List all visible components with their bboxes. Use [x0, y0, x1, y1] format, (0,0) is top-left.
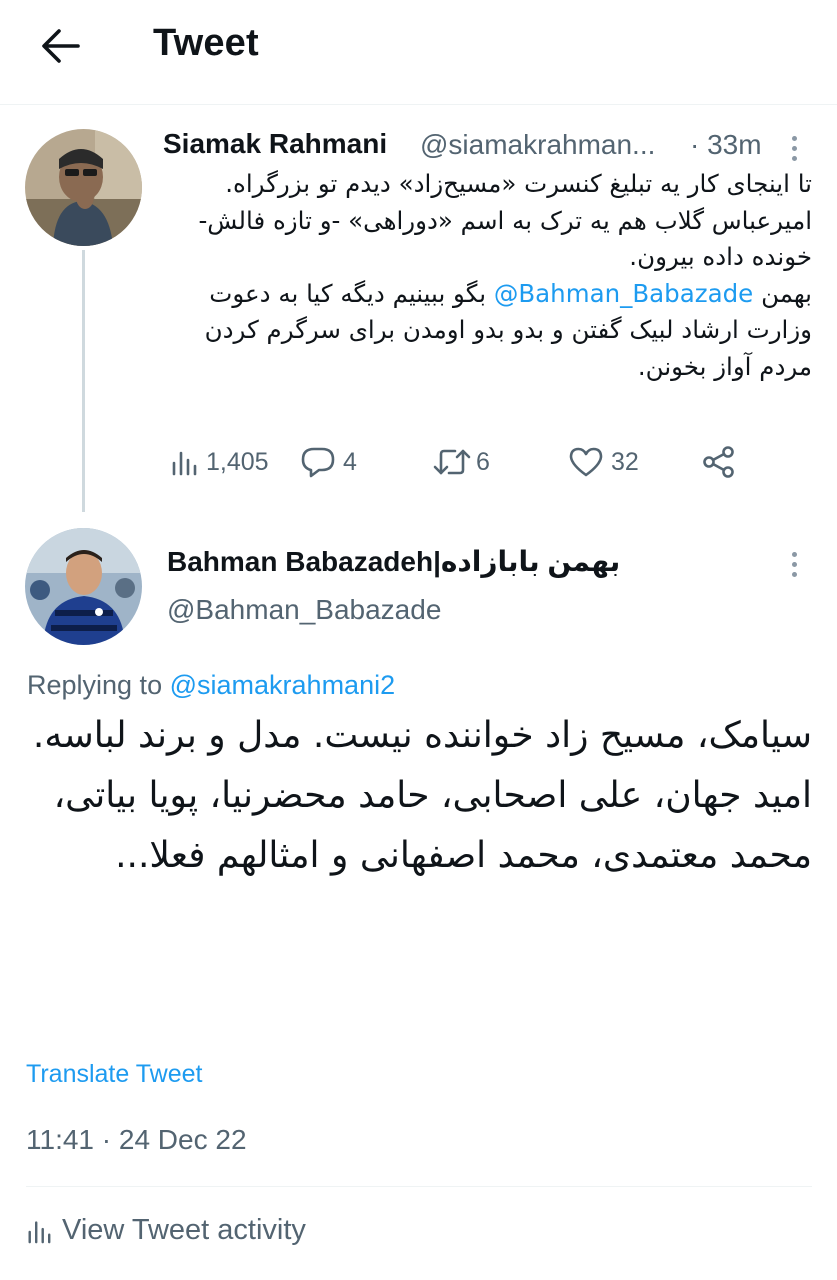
like-button[interactable]: 32 — [568, 440, 639, 484]
author-name[interactable]: Siamak Rahmani — [163, 128, 387, 160]
heart-icon — [569, 447, 603, 477]
activity-label: View Tweet activity — [62, 1214, 306, 1246]
page-title: Tweet — [153, 22, 259, 64]
reply-button[interactable]: 4 — [300, 440, 357, 484]
avatar-siamak[interactable] — [25, 129, 142, 246]
divider — [26, 1186, 812, 1187]
more-dot-icon — [791, 145, 797, 151]
like-count: 32 — [611, 447, 639, 476]
separator-dot: · — [690, 129, 700, 160]
tweet-time: · 33m — [690, 129, 762, 161]
author-handle[interactable]: @siamakrahman... — [420, 129, 655, 161]
reply-author-handle[interactable]: @Bahman_Babazade — [167, 594, 441, 626]
tweet-text-line: بهمن @Bahman_Babazade بگو ببینیم دیگه کی… — [160, 276, 812, 386]
more-options-button[interactable] — [782, 544, 806, 584]
top-bar — [0, 0, 837, 105]
replying-mention-link[interactable]: @siamakrahmani2 — [170, 670, 396, 700]
translate-tweet-link[interactable]: Translate Tweet — [26, 1060, 202, 1089]
share-button[interactable] — [702, 440, 736, 484]
retweet-button[interactable]: 6 — [432, 440, 490, 484]
more-dot-icon — [791, 561, 797, 567]
arrow-left-icon — [42, 29, 80, 63]
reply-author-name[interactable]: Bahman Babazadeh|بهمن بابازاده — [167, 545, 620, 578]
relative-time: 33m — [707, 129, 762, 160]
tweet-text-line: تا اینجای کار یه تبلیغ کنسرت «مسیح‌زاد» … — [198, 169, 812, 271]
tweet-text-word: بهمن — [761, 278, 812, 308]
views-count: 1,405 — [206, 447, 269, 476]
more-options-button[interactable] — [782, 128, 806, 168]
analytics-icon — [28, 1220, 51, 1243]
reply-text-line: امید جهان، علی اصحابی، حامد محضرنیا، پوی… — [53, 775, 812, 876]
retweet-count: 6 — [476, 447, 490, 476]
avatar-bahman[interactable] — [25, 528, 142, 645]
tweet-timestamp[interactable]: 11:41 · 24 Dec 22 — [26, 1124, 247, 1156]
share-icon — [703, 446, 734, 478]
mention-link[interactable]: @Bahman_Babazade — [494, 279, 753, 308]
retweet-icon — [433, 449, 471, 475]
reply-icon — [301, 447, 335, 478]
views-stat[interactable]: 1,405 — [170, 440, 269, 484]
view-tweet-activity-button[interactable]: View Tweet activity — [26, 1214, 306, 1247]
more-dot-icon — [791, 571, 797, 577]
more-dot-icon — [791, 155, 797, 161]
more-dot-icon — [791, 135, 797, 141]
reply-text-line: سیامک، مسیح زاد خواننده نیست. مدل و برند… — [32, 715, 812, 756]
back-button[interactable] — [36, 24, 84, 68]
analytics-icon — [172, 451, 197, 476]
thread-connector-line — [82, 250, 85, 512]
tweet-text: تا اینجای کار یه تبلیغ کنسرت «مسیح‌زاد» … — [160, 166, 812, 385]
replying-to: Replying to @siamakrahmani2 — [27, 670, 395, 701]
replying-prefix: Replying to — [27, 670, 163, 700]
more-dot-icon — [791, 551, 797, 557]
reply-tweet-text: سیامک، مسیح زاد خواننده نیست. مدل و برند… — [24, 706, 812, 886]
reply-count: 4 — [343, 447, 357, 476]
